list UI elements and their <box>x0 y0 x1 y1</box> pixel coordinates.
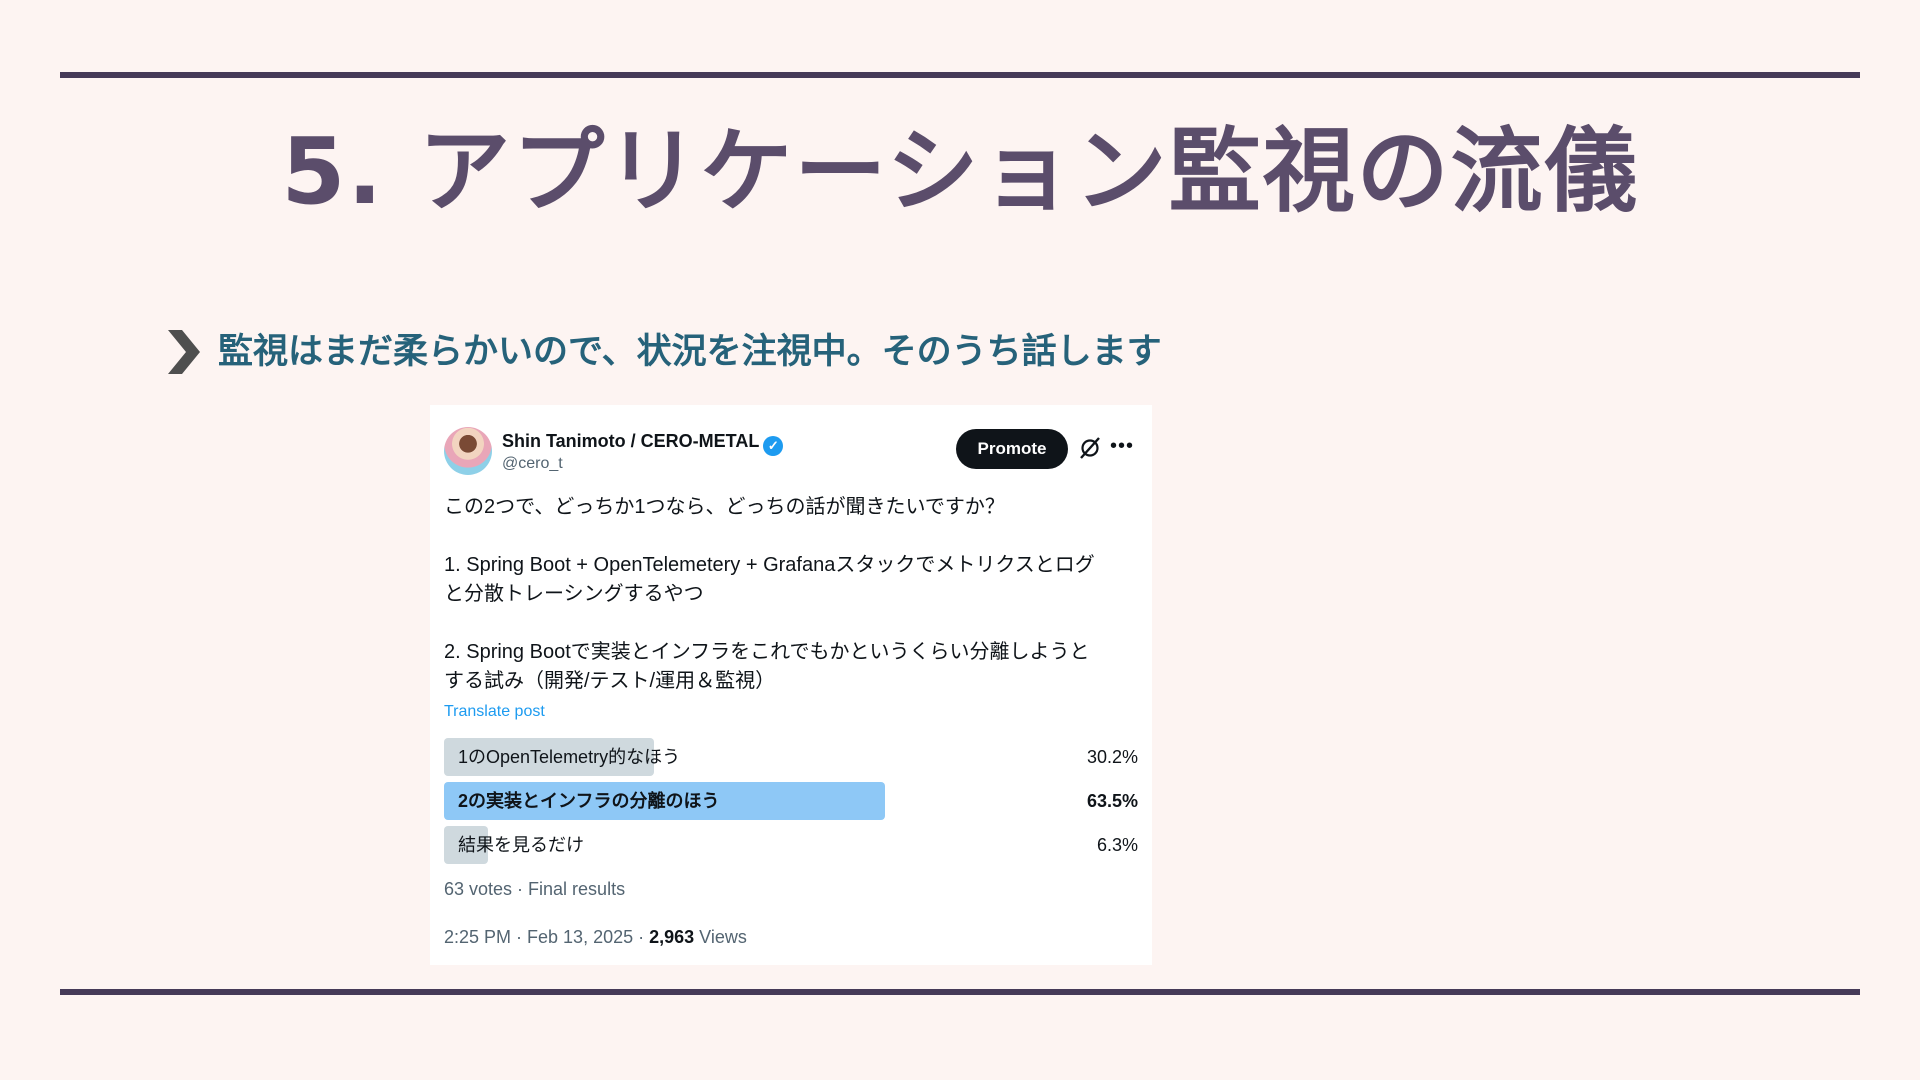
more-options-icon[interactable]: ••• <box>1110 436 1134 456</box>
poll-option-label: 2の実装とインフラの分離のほう <box>458 791 720 811</box>
poll-option-label: 結果を見るだけ <box>458 835 584 855</box>
tweet-line: 2. Spring Bootで実装とインフラをこれでもかというくらい分離しようと <box>444 641 1090 663</box>
tweet-line: する試み（開発/テスト/運用＆監視） <box>444 670 776 692</box>
poll-option: 結果を見るだけ 6.3% <box>444 826 1138 864</box>
poll-option: 1のOpenTelemetry的なほう 30.2% <box>444 738 1138 776</box>
translate-post-link[interactable]: Translate post <box>444 703 545 721</box>
tweet-timestamp[interactable]: 2:25 PM · Feb 13, 2025 · <box>444 927 649 947</box>
tweet-line: と分散トレーシングするやつ <box>444 583 704 605</box>
author-handle[interactable]: @cero_t <box>502 455 563 473</box>
verified-badge-icon: ✓ <box>763 436 784 456</box>
poll-option-winner: 2の実装とインフラの分離のほう 63.5% <box>444 782 1138 820</box>
grok-icon[interactable] <box>1078 435 1102 461</box>
views-label: Views <box>694 927 747 947</box>
avatar[interactable] <box>444 427 492 475</box>
top-divider <box>60 72 1860 78</box>
slide-title: 5. アプリケーション監視の流儀 <box>281 118 1639 225</box>
author-name[interactable]: Shin Tanimoto / CERO-METAL <box>502 431 759 451</box>
tweet-line: 1. Spring Boot + OpenTelemetery + Grafan… <box>444 554 1095 576</box>
poll-option-percent: 30.2% <box>1086 747 1138 767</box>
poll-option-percent: 63.5% <box>1086 791 1138 811</box>
tweet-line: この2つで、どっちか1つなら、どっちの話が聞きたいですか？ <box>444 496 1005 518</box>
views-count: 2,963 <box>649 927 695 947</box>
poll-votes-summary: 63 votes · Final results <box>444 879 626 899</box>
tweet-meta: 2:25 PM · Feb 13, 2025 · 2,963 Views <box>444 927 747 948</box>
bottom-divider <box>60 989 1860 995</box>
tweet-card: Shin Tanimoto / CERO-METAL ✓ @cero_t Prom… <box>430 405 1152 965</box>
tweet-body: この2つで、どっちか1つなら、どっちの話が聞きたいですか？ 1. Spring … <box>444 493 1144 696</box>
bullet-text: 監視はまだ柔らかいので、状況を注視中。そのうち話します <box>218 332 1162 372</box>
chevron-right-icon <box>168 330 200 374</box>
promote-button[interactable]: Promote <box>956 429 1068 469</box>
poll-option-percent: 6.3% <box>1096 835 1138 855</box>
poll-option-label: 1のOpenTelemetry的なほう <box>458 747 681 767</box>
author-name-row[interactable]: Shin Tanimoto / CERO-METAL ✓ <box>502 429 784 456</box>
